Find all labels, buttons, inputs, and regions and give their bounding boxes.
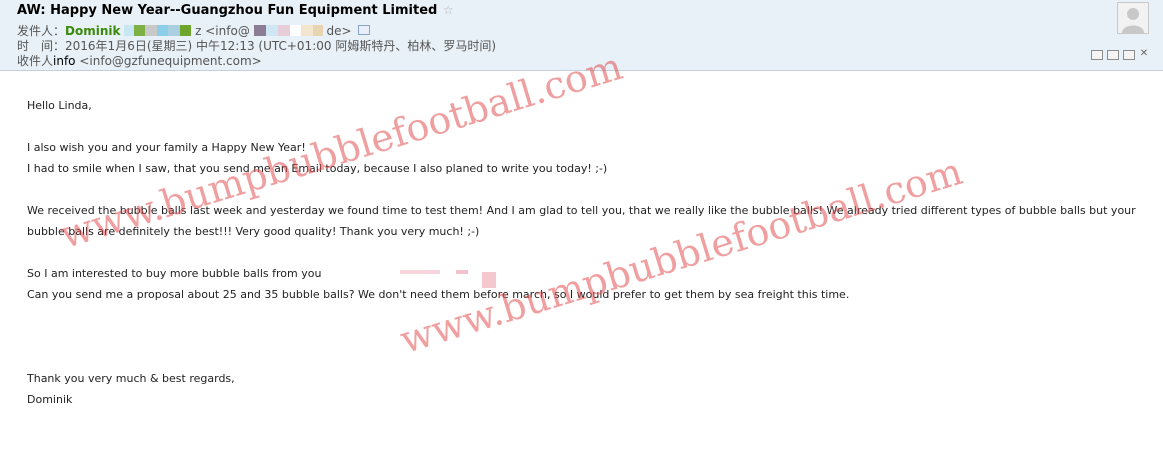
- body-paragraph: We received the bubble balls last week a…: [27, 204, 1136, 238]
- sender-address-start: z <info@: [195, 24, 250, 38]
- body-line: Can you send me a proposal about 25 and …: [27, 288, 850, 301]
- recipient-address: <info@gzfunequipment.com>: [79, 54, 262, 68]
- email-subject: AW: Happy New Year--Guangzhou Fun Equipm…: [17, 3, 438, 18]
- signature: Dominik: [27, 393, 73, 406]
- redacted-block: [253, 24, 327, 38]
- close-icon[interactable]: ✕: [1139, 49, 1149, 59]
- to-label: 收件人: [17, 54, 54, 68]
- email-body: Hello Linda, I also wish you and your fa…: [27, 95, 1147, 410]
- sent-time: 2016年1月6日(星期三) 中午12:13 (UTC+01:00 阿姆斯特丹、…: [65, 39, 497, 53]
- time-label: 时 间：: [17, 39, 66, 53]
- body-line: So I am interested to buy more bubble ba…: [27, 267, 322, 280]
- redacted-block: [124, 24, 195, 38]
- email-header: AW: Happy New Year--Guangzhou Fun Equipm…: [0, 0, 1163, 71]
- from-label: 发件人：: [17, 24, 66, 38]
- maximize-icon[interactable]: [1107, 50, 1119, 60]
- restore-icon[interactable]: [1091, 50, 1103, 60]
- sender-name[interactable]: Dominik: [65, 24, 120, 38]
- contact-card-icon[interactable]: [357, 25, 370, 35]
- recipient-name[interactable]: info: [53, 54, 76, 68]
- star-icon[interactable]: ☆: [443, 3, 454, 17]
- window-toolbar: ✕: [1091, 49, 1149, 60]
- subject-line: AW: Happy New Year--Guangzhou Fun Equipm…: [17, 3, 454, 18]
- new-window-icon[interactable]: [1123, 50, 1135, 60]
- closing: Thank you very much & best regards,: [27, 372, 235, 385]
- recipient-row: 收件人info <info@gzfunequipment.com>: [17, 52, 262, 69]
- redacted-block: [400, 270, 515, 288]
- avatar-icon[interactable]: [1117, 2, 1149, 34]
- body-line: I also wish you and your family a Happy …: [27, 141, 306, 154]
- body-line: I had to smile when I saw, that you send…: [27, 162, 608, 175]
- sender-address-end: de>: [326, 24, 352, 38]
- greeting: Hello Linda,: [27, 99, 92, 112]
